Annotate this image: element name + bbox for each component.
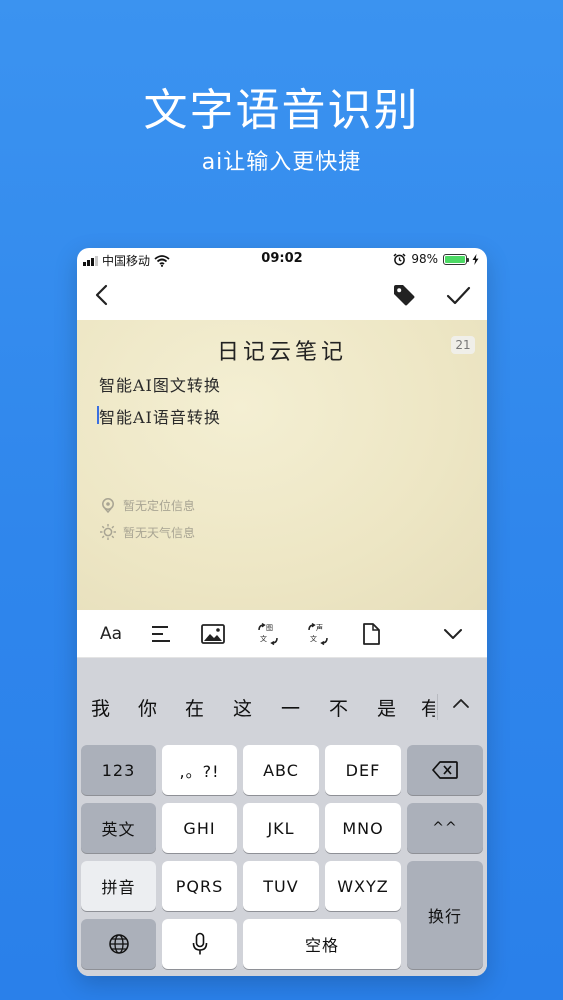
key-tuv[interactable]: TUV <box>243 861 319 911</box>
delete-icon <box>432 761 458 779</box>
promo-headline: 文字语音识别 <box>143 85 420 136</box>
candidate[interactable]: 一 <box>281 694 300 721</box>
key-mno[interactable]: MNO <box>325 803 401 853</box>
key-ghi[interactable]: GHI <box>162 803 237 853</box>
document-icon[interactable] <box>360 622 382 646</box>
promo-subline: ai让输入更快捷 <box>201 150 362 175</box>
keyboard: 我 你 在 这 一 不 是 有 123 ,。?! ABC DEF 英文 GHI … <box>77 658 487 976</box>
chevron-up-icon[interactable] <box>449 692 473 716</box>
location-icon <box>102 498 114 514</box>
mic-key[interactable] <box>162 919 237 969</box>
candidate[interactable]: 这 <box>233 694 252 721</box>
key-emoticon[interactable]: ^^ <box>407 803 483 853</box>
back-icon[interactable] <box>89 280 115 310</box>
ocr-label-top: 图 <box>266 624 273 632</box>
char-count-badge: 21 <box>451 336 475 354</box>
key-abc[interactable]: ABC <box>243 745 319 795</box>
sun-icon <box>100 524 116 540</box>
text-align-icon[interactable] <box>149 622 173 646</box>
globe-icon <box>108 934 129 954</box>
image-to-text-button[interactable]: 图 文 <box>255 622 281 646</box>
location-row[interactable]: 暂无定位信息 <box>99 496 195 514</box>
note-line-2[interactable]: 智能AI语音转换 <box>99 404 221 428</box>
phone-screen: 中国移动 09:02 98% 日记云笔记 21 智能AI图文转换 智能AI语音转… <box>77 248 487 976</box>
key-punctuation[interactable]: ,。?! <box>162 745 237 795</box>
voice-label-top: 声 <box>316 624 323 632</box>
return-key[interactable]: 换行 <box>407 861 483 969</box>
voice-label-bottom: 文 <box>310 635 317 643</box>
ocr-label-bottom: 文 <box>260 635 267 643</box>
key-wxyz[interactable]: WXYZ <box>325 861 401 911</box>
voice-to-text-button[interactable]: 声 文 <box>305 622 331 646</box>
note-line-1[interactable]: 智能AI图文转换 <box>99 372 221 396</box>
key-jkl[interactable]: JKL <box>243 803 319 853</box>
note-title[interactable]: 日记云笔记 <box>77 334 487 366</box>
globe-key[interactable] <box>81 919 156 969</box>
battery-icon <box>443 253 469 265</box>
candidate[interactable]: 你 <box>138 694 157 721</box>
status-bar: 中国移动 09:02 98% <box>77 248 487 270</box>
candidate-bar: 我 你 在 这 一 不 是 有 <box>77 688 487 724</box>
candidate[interactable]: 不 <box>329 694 348 721</box>
alarm-icon <box>393 252 406 265</box>
charging-icon <box>472 253 479 265</box>
weather-text: 暂无天气信息 <box>123 525 196 540</box>
location-text: 暂无定位信息 <box>123 498 196 513</box>
mic-icon <box>192 932 207 955</box>
candidate[interactable]: 在 <box>185 694 204 721</box>
key-pqrs[interactable]: PQRS <box>162 861 237 911</box>
nav-bar <box>77 270 487 320</box>
tag-icon[interactable] <box>391 282 417 308</box>
key-english[interactable]: 英文 <box>81 803 156 853</box>
candidate[interactable]: 是 <box>377 694 396 721</box>
candidate[interactable]: 我 <box>91 694 110 721</box>
space-key[interactable]: 空格 <box>243 919 401 969</box>
key-pinyin[interactable]: 拼音 <box>81 861 156 911</box>
image-icon[interactable] <box>200 622 226 646</box>
chevron-down-icon[interactable] <box>441 622 465 646</box>
format-toolbar: Aa 图 文 声 文 <box>77 610 487 658</box>
weather-row[interactable]: 暂无天气信息 <box>99 523 195 541</box>
note-paper[interactable]: 日记云笔记 21 智能AI图文转换 智能AI语音转换 暂无定位信息 暂无天气信息 <box>77 320 487 610</box>
battery-percent: 98% <box>411 252 438 266</box>
candidate[interactable]: 有 <box>421 694 435 721</box>
candidate-divider <box>437 694 438 720</box>
delete-key[interactable] <box>407 745 483 795</box>
key-123[interactable]: 123 <box>81 745 156 795</box>
font-button[interactable]: Aa <box>97 622 125 646</box>
check-icon[interactable] <box>443 280 473 310</box>
key-def[interactable]: DEF <box>325 745 401 795</box>
